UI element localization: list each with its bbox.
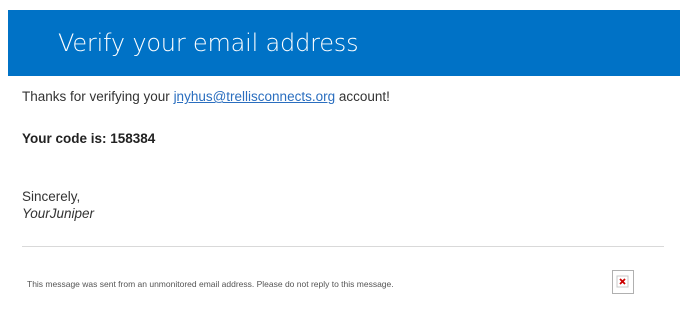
email-message: Verify your email address Thanks for ver… <box>0 0 680 316</box>
footer-note: This message was sent from an unmonitore… <box>27 279 394 289</box>
email-address-link[interactable]: jnyhus@trellisconnects.org <box>174 89 336 104</box>
footer-divider <box>22 246 664 247</box>
thanks-suffix: account! <box>335 89 390 104</box>
email-header-banner: Verify your email address <box>8 10 680 76</box>
thanks-line: Thanks for verifying your jnyhus@trellis… <box>22 88 390 106</box>
closing-text: Sincerely, <box>22 189 81 204</box>
signature-text: YourJuniper <box>22 206 95 221</box>
email-title: Verify your email address <box>58 29 359 57</box>
broken-image-icon <box>612 270 634 294</box>
verification-code: Your code is: 158384 <box>22 131 156 146</box>
thanks-prefix: Thanks for verifying your <box>22 89 174 104</box>
